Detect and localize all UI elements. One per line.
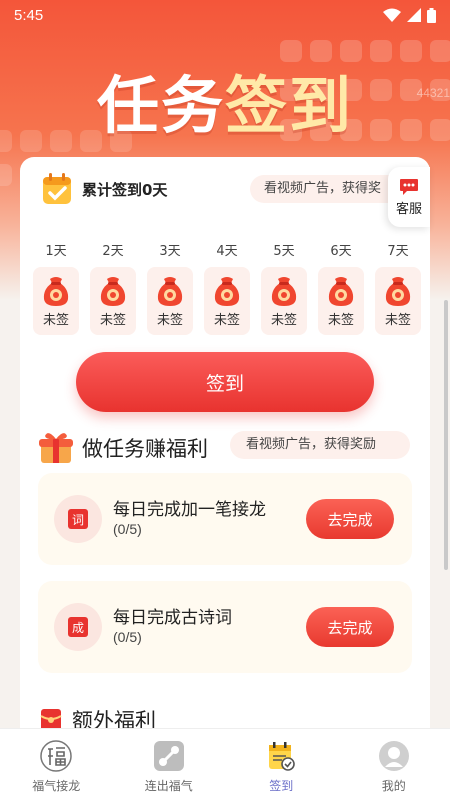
signin-day-label: 5天 <box>273 244 295 259</box>
tasks-section-title: 做任务赚福利 <box>82 437 208 461</box>
signin-day-label: 1天 <box>45 244 67 259</box>
signin-day-reward: 未签 <box>318 267 364 335</box>
signin-day-status: 未签 <box>156 313 183 328</box>
red-envelope-bag-icon <box>271 277 297 306</box>
signin-day: 6天未签 <box>318 241 364 335</box>
nav-item[interactable]: 签到 <box>225 729 338 800</box>
signin-day-label: 7天 <box>387 244 409 259</box>
nav-item-label: 连出福气 <box>144 779 193 793</box>
signin-day-reward: 未签 <box>204 267 250 335</box>
battery-icon <box>427 7 436 23</box>
signin-day-status: 未签 <box>270 313 297 328</box>
link-icon <box>153 741 184 771</box>
signin-day-reward: 未签 <box>33 267 79 335</box>
task-complete-button[interactable]: 去完成 <box>306 499 394 539</box>
signin-days: 1天 未签 2天 未签 3天 未签 4天 未签 5天 未签 6天 未签 7天 未签 <box>33 241 421 335</box>
page-title: 任务签到 <box>96 69 354 142</box>
signin-day: 4天未签 <box>204 241 250 335</box>
signin-day: 3天未签 <box>147 241 193 335</box>
customer-service-label: 客服 <box>395 201 422 217</box>
signin-button[interactable]: 签到 <box>76 352 374 412</box>
signin-day: 5天未签 <box>261 241 307 335</box>
tasks-section-header: 做任务赚福利 <box>38 431 208 465</box>
signin-day: 7天未签 <box>375 241 421 335</box>
red-envelope-bag-icon <box>328 277 354 306</box>
task-item: 词 每日完成加一笔接龙 (0/5) 去完成 <box>38 473 412 565</box>
status-time: 5:45 <box>14 6 44 24</box>
signin-day-reward: 未签 <box>261 267 307 335</box>
fu-icon <box>40 740 72 772</box>
signin-day-status: 未签 <box>99 313 126 328</box>
signin-day-status: 未签 <box>327 313 354 328</box>
signin-day-status: 未签 <box>213 313 240 328</box>
nav-item-label: 福气接龙 <box>32 779 81 793</box>
signal-icon <box>407 8 421 22</box>
task-icon-char: 词 <box>72 513 84 527</box>
profile-icon <box>378 741 409 771</box>
calendar-icon <box>43 173 71 204</box>
wifi-icon <box>383 8 401 22</box>
task-complete-button[interactable]: 去完成 <box>306 607 394 647</box>
book-icon: 词 <box>54 495 102 543</box>
nav-item-label: 我的 <box>381 779 406 793</box>
watermark-text: 44321 <box>416 86 450 100</box>
tasks-ad-tip[interactable]: 看视频广告，获得奖励 <box>230 431 410 459</box>
signin-day: 2天未签 <box>90 241 136 335</box>
signin-day-label: 6天 <box>330 244 352 259</box>
signin-day-label: 2天 <box>102 244 124 259</box>
nav-item-label: 签到 <box>269 779 294 793</box>
task-item: 成 每日完成古诗词 (0/5) 去完成 <box>38 581 412 673</box>
red-envelope-bag-icon <box>43 277 69 306</box>
red-envelope-bag-icon <box>100 277 126 306</box>
task-progress: (0/5) <box>113 521 142 537</box>
main-card: 累计签到0天 看视频广告，获得奖 客服 1天 未签 2天 未签 3天 未签 4天 未签 5天 未签… <box>20 157 430 800</box>
red-envelope-bag-icon <box>214 277 240 306</box>
task-name: 每日完成加一笔接龙 <box>113 500 266 520</box>
signin-day-label: 3天 <box>159 244 181 259</box>
signin-summary: 累计签到0天 <box>40 171 167 207</box>
book-icon-glyph: 成 <box>68 617 88 637</box>
task-icon-char: 成 <box>72 621 84 635</box>
chat-icon <box>400 178 418 195</box>
red-envelope-bag-icon <box>385 277 411 306</box>
signin-day-reward: 未签 <box>147 267 193 335</box>
signin-day-reward: 未签 <box>90 267 136 335</box>
nav-item[interactable]: 连出福气 <box>113 729 226 800</box>
red-envelope-bag-icon <box>157 277 183 306</box>
gift-icon <box>39 433 73 463</box>
nav-item[interactable]: 我的 <box>338 729 450 800</box>
scrollbar[interactable] <box>444 300 448 570</box>
book-icon-glyph: 词 <box>68 509 88 529</box>
signin-day: 1天未签 <box>33 241 79 335</box>
signin-day-status: 未签 <box>42 313 69 328</box>
book-icon: 成 <box>54 603 102 651</box>
signin-total-text: 累计签到0天 <box>82 180 168 199</box>
signin-day-reward: 未签 <box>375 267 421 335</box>
customer-service-button[interactable]: 客服 <box>388 167 430 227</box>
calendar-check-icon <box>269 742 296 771</box>
nav-item[interactable]: 福气接龙 <box>0 729 113 800</box>
task-name: 每日完成古诗词 <box>113 608 232 628</box>
signin-day-label: 4天 <box>216 244 238 259</box>
status-bar: 5:45 <box>0 0 450 30</box>
bottom-nav: 福气接龙 连出福气 签到 我的 <box>0 728 450 800</box>
signin-day-status: 未签 <box>384 313 411 328</box>
task-progress: (0/5) <box>113 629 142 645</box>
